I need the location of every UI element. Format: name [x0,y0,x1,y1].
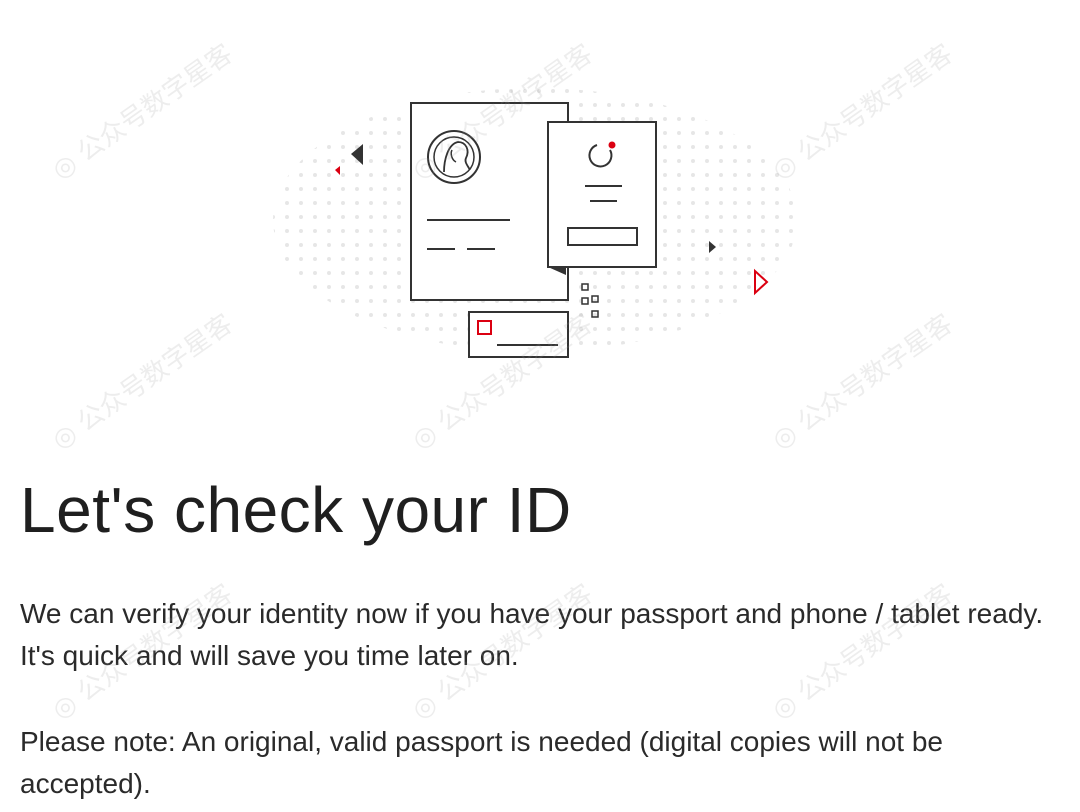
portrait-icon [427,130,481,184]
passport-document [410,102,569,301]
id-documents-illustration [273,88,797,358]
secondary-button-shape [567,227,638,246]
page-title: Let's check your ID [20,474,572,546]
intro-text: We can verify your identity now if you h… [20,598,1044,671]
small-card-checkbox [477,320,492,335]
passport-note-text: Please note: An original, valid passport… [20,726,944,799]
